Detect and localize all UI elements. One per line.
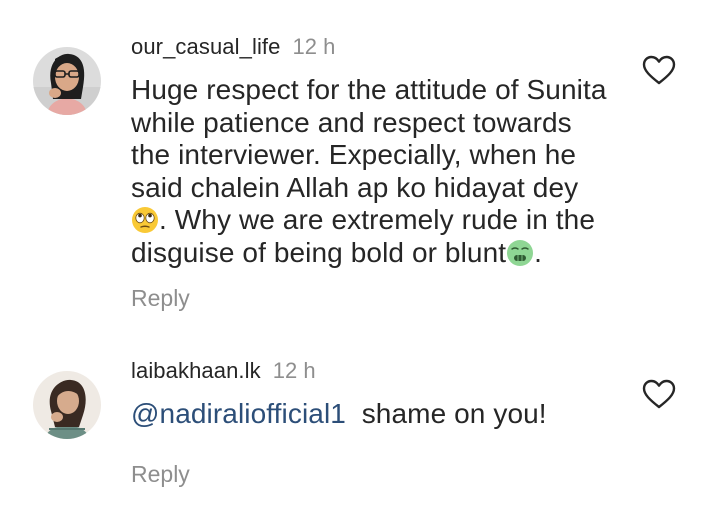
comment-text-segment: . Why we are extremely rude in the — [159, 204, 596, 235]
comment-text-line: said chalein Allah ap ko hidayat dey — [131, 171, 579, 203]
reply-button[interactable]: Reply — [131, 287, 190, 310]
heart-outline-icon[interactable] — [641, 378, 677, 410]
avatar[interactable] — [33, 371, 101, 439]
avatar-image — [33, 371, 101, 439]
timestamp: 12 h — [292, 34, 336, 59]
comment-text-segment: shame on you! — [361, 398, 547, 429]
timestamp: 12 h — [272, 358, 316, 383]
comments-list: our_casual_life 12 h Huge respect for the… — [0, 0, 720, 509]
comment-item: laibakhaan.lk 12 h @nadiraliofficial1 sha… — [0, 330, 720, 509]
comment-text-line: . Why we are extremely rude in the — [131, 204, 651, 237]
heart-outline-icon[interactable] — [641, 54, 677, 86]
comment-text-line: @nadiraliofficial1 shame on you! — [131, 398, 651, 431]
face-with-rolling-eyes-emoji — [132, 207, 158, 233]
comment-text-segment: . — [534, 236, 543, 268]
username[interactable]: our_casual_life — [131, 34, 280, 59]
comment-text: Huge respect for the attitude of Sunita … — [131, 74, 651, 269]
reply-button[interactable]: Reply — [131, 463, 190, 486]
nauseated-face-emoji — [507, 239, 534, 266]
avatar-image — [33, 47, 101, 115]
mention-link[interactable]: @nadiraliofficial1 — [131, 398, 346, 429]
comment-meta: laibakhaan.lk 12 h — [131, 360, 316, 382]
username[interactable]: laibakhaan.lk — [131, 358, 261, 383]
comment-item: our_casual_life 12 h Huge respect for the… — [0, 0, 720, 330]
comment-text-line: disguise of being bold or blunt . — [131, 237, 651, 270]
comment-text-line: the interviewer. Expecially, when he — [131, 139, 577, 170]
comment-text: @nadiraliofficial1 shame on you! — [131, 398, 651, 431]
comment-text-line: Huge respect for the attitude of Sunita — [131, 74, 607, 105]
avatar[interactable] — [33, 47, 101, 115]
comment-text-segment: disguise of being bold or blunt — [131, 236, 507, 268]
comment-text-line: while patience and respect towards — [131, 106, 572, 138]
comment-meta: our_casual_life 12 h — [131, 36, 335, 58]
